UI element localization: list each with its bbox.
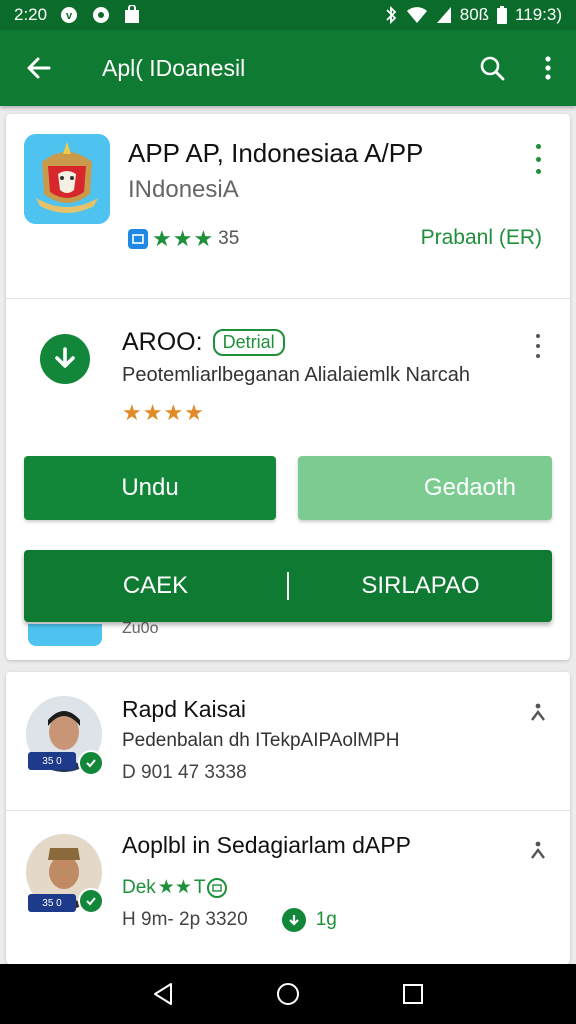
section-description: Peotemliarlbeganan Alialaiemlk Narcah [122, 364, 470, 386]
divider [6, 298, 570, 299]
nav-back-button[interactable] [133, 964, 193, 1024]
app-bar: Apl( IDoanesil [0, 30, 576, 106]
rating-suffix: T [193, 876, 206, 898]
list-card: 35 0 Rapd Kaisai Pedenbalan dh ITekpAIPA… [6, 672, 570, 964]
caek-button[interactable]: CAEK [24, 572, 287, 600]
avatar-tag: 35 0 [28, 894, 76, 912]
app-detail-card: APP AP, Indonesiaa A/PP INdonesiA ★★★ 35… [6, 114, 570, 660]
section-menu-button[interactable] [532, 334, 544, 358]
app-rating-count: 35 [218, 228, 240, 249]
app-rating: ★★★ 35 [128, 226, 239, 252]
chevron-up-icon[interactable] [530, 840, 546, 862]
list-item-meta: H 9m- 2p 3320 [122, 909, 248, 930]
section-title: AROO: Detrial [122, 328, 285, 357]
peek-text: Zu0o [122, 620, 159, 637]
divider [6, 810, 570, 811]
page-title: Apl( IDoanesil [102, 54, 246, 81]
verified-badge-icon [78, 888, 104, 914]
list-item-meta-row: H 9m- 2p 3320 1g [122, 908, 337, 932]
app-stars: ★★★ [152, 226, 215, 251]
list-item-meta: D 901 47 3338 [122, 762, 247, 783]
list-item-title[interactable]: Rapd Kaisai [122, 696, 246, 723]
list-item-title[interactable]: Aoplbl in Sedagiarlam dAPP [122, 832, 411, 859]
app-menu-button[interactable] [532, 144, 544, 174]
rating-prefix: Dek [122, 876, 156, 898]
square-recents-icon [403, 984, 424, 1004]
battery-percent: 80ß [459, 5, 490, 24]
signal-icon [436, 6, 452, 24]
arrow-back-icon [27, 57, 51, 79]
editors-choice-icon [207, 877, 228, 898]
list-item-rating: Dek ★★ T [122, 876, 228, 899]
peek-app-icon [28, 624, 102, 646]
list-item-subtitle: Pedenbalan dh ITekpAIPAolMPH [122, 730, 400, 751]
download-status-icon[interactable] [40, 334, 90, 384]
triangle-back-icon [153, 983, 172, 1005]
wifi-icon [406, 6, 428, 24]
app-emblem-icon[interactable] [24, 134, 110, 224]
section-title-text: AROO: [122, 328, 203, 356]
system-nav-bar [0, 964, 576, 1024]
notification-icon: v [59, 5, 79, 25]
action-bar: CAEK SIRLAPAO [24, 550, 552, 622]
shop-icon [123, 5, 141, 25]
chevron-up-icon[interactable] [530, 702, 546, 724]
gedaoth-button[interactable]: Gedaoth [298, 456, 552, 520]
list-item-size: 1g [315, 909, 337, 930]
bluetooth-icon [384, 6, 398, 24]
editors-choice-icon [128, 229, 148, 249]
circle-home-icon [276, 983, 299, 1005]
app-price: Prabanl (ER) [420, 226, 542, 249]
app-name: APP AP, Indonesiaa A/PP [128, 138, 424, 168]
avatar-tag: 35 0 [28, 752, 76, 770]
overflow-menu-button[interactable] [520, 30, 576, 106]
battery-icon [497, 6, 508, 24]
search-icon [480, 56, 505, 81]
nav-recents-button[interactable] [383, 964, 443, 1024]
status-time: 2:20 [14, 5, 48, 24]
download-icon[interactable] [281, 908, 306, 932]
svg-text:v: v [66, 10, 73, 22]
undu-button[interactable]: Undu [24, 456, 276, 520]
detail-tag[interactable]: Detrial [212, 329, 285, 356]
search-button[interactable] [464, 30, 520, 106]
section-stars: ★★★★ [122, 400, 205, 425]
app-developer[interactable]: INdonesiA [128, 176, 239, 204]
rating-stars: ★★ [157, 877, 192, 898]
back-button[interactable] [0, 30, 78, 106]
status-bar: 2:20 v 80ß 119:3) [0, 0, 576, 30]
more-vert-icon [545, 56, 551, 80]
status-time-right: 119:3) [515, 5, 562, 24]
verified-badge-icon [78, 750, 104, 776]
notification-dot-icon [91, 5, 111, 25]
sirlapao-button[interactable]: SIRLAPAO [289, 572, 552, 600]
nav-home-button[interactable] [258, 964, 318, 1024]
